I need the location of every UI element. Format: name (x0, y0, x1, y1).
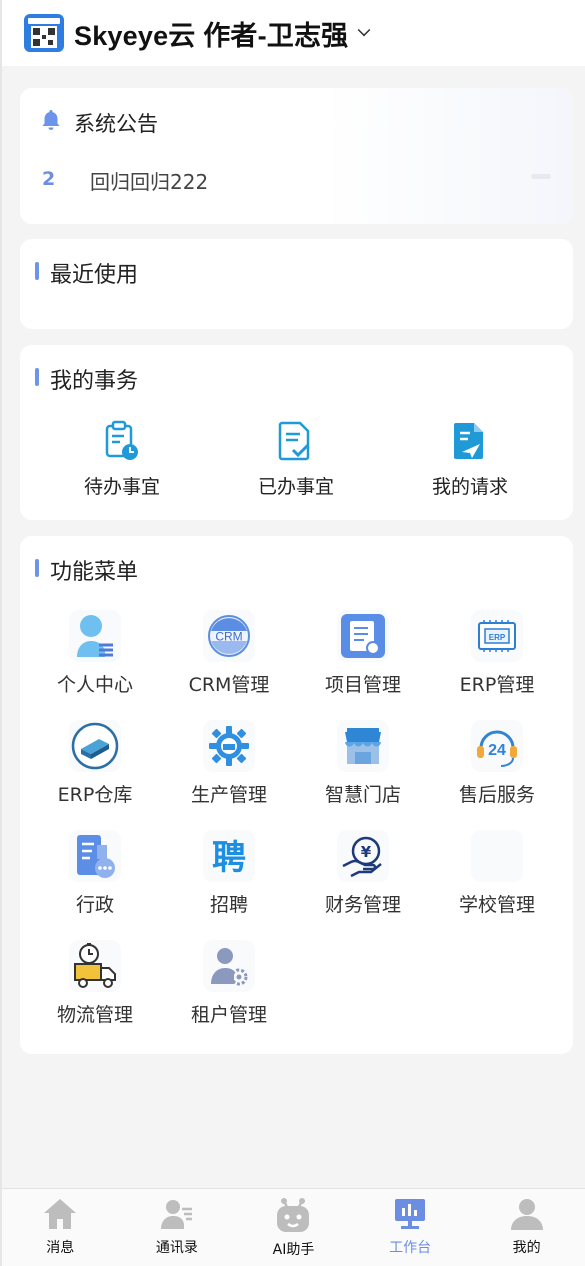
production-gear-icon (203, 720, 255, 772)
menu-item-erp-warehouse[interactable]: ERP仓库 (35, 720, 155, 807)
logistics-truck-icon (69, 940, 121, 992)
my-tasks-card: 我的事务 待办事宜 已办事宜 我的请求 (20, 345, 573, 520)
menu-item-label: ERP管理 (459, 674, 535, 696)
finance-yen-icon: ¥ (337, 830, 389, 882)
menu-item-tenant[interactable]: 租户管理 (169, 940, 289, 1027)
section-marker (35, 559, 39, 577)
tab-label: 消息 (46, 1240, 75, 1256)
tab-label: 工作台 (389, 1240, 432, 1256)
menu-item-after-sales[interactable]: 24 售后服务 (437, 720, 557, 807)
task-done[interactable]: 已办事宜 (236, 420, 356, 499)
svg-text:聘: 聘 (212, 838, 246, 878)
menu-item-label: 项目管理 (324, 674, 401, 696)
workspace-title[interactable]: Skyeye云 作者-卫志强 (74, 14, 348, 53)
menu-item-erp[interactable]: ERP ERP管理 (437, 610, 557, 697)
robot-icon (277, 1198, 310, 1232)
notice-indicator (531, 174, 551, 179)
document-send-icon (454, 423, 483, 459)
app-header: Skyeye云 作者-卫志强 (2, 0, 585, 66)
tab-workbench[interactable]: 工作台 (352, 1189, 469, 1266)
svg-text:ERP: ERP (489, 633, 506, 642)
system-notice-card[interactable]: 系统公告 2 回归回归222 (20, 88, 573, 224)
task-done-label: 已办事宜 (257, 476, 334, 498)
menu-item-recruit[interactable]: 聘 招聘 (169, 830, 289, 917)
contacts-icon (160, 1200, 192, 1229)
menu-title: 功能菜单 (50, 560, 139, 585)
bell-icon (42, 110, 60, 130)
menu-item-label: CRM管理 (188, 674, 270, 696)
store-icon (337, 720, 389, 772)
bottom-tab-bar: 消息 通讯录 AI助手 工作台 我的 (2, 1188, 585, 1266)
menu-item-label: 生产管理 (190, 784, 267, 806)
menu-item-smart-store[interactable]: 智慧门店 (303, 720, 423, 807)
menu-item-admin[interactable]: 行政 (35, 830, 155, 917)
function-menu-card: 功能菜单 个人中心 CRM CRM管理 项目管理 ERP ERP管理 ERP仓库… (20, 536, 573, 1054)
support-24-icon: 24 (471, 720, 523, 772)
project-icon (337, 610, 389, 662)
menu-item-label: 租户管理 (190, 1004, 267, 1026)
notice-index: 2 (42, 168, 56, 190)
menu-item-label: 售后服务 (458, 784, 535, 806)
school-icon (471, 830, 523, 882)
app-logo (24, 14, 64, 52)
menu-item-production[interactable]: 生产管理 (169, 720, 289, 807)
task-todo[interactable]: 待办事宜 (62, 420, 182, 499)
recruit-icon: 聘 (203, 830, 255, 882)
workbench-icon (395, 1199, 426, 1229)
menu-item-logistics[interactable]: 物流管理 (35, 940, 155, 1027)
user-icon (510, 1199, 543, 1230)
notice-title: 系统公告 (74, 112, 158, 136)
menu-item-school[interactable]: 学校管理 (437, 830, 557, 917)
tab-label: 通讯录 (155, 1240, 198, 1256)
menu-item-label: 智慧门店 (324, 784, 401, 806)
menu-item-finance[interactable]: ¥ 财务管理 (303, 830, 423, 917)
menu-item-label: 财务管理 (324, 894, 401, 916)
tab-label: AI助手 (272, 1242, 315, 1258)
tenant-icon (203, 940, 255, 992)
warehouse-icon (69, 720, 121, 772)
recent-title: 最近使用 (50, 263, 139, 288)
erp-chip-icon: ERP (471, 610, 523, 662)
tab-label: 我的 (512, 1240, 541, 1256)
tab-messages[interactable]: 消息 (2, 1189, 119, 1266)
clipboard-clock-icon (105, 420, 138, 460)
menu-item-label: ERP仓库 (57, 784, 133, 806)
svg-text:24: 24 (488, 742, 506, 759)
menu-item-crm[interactable]: CRM CRM管理 (169, 610, 289, 697)
menu-item-label: 个人中心 (56, 674, 133, 696)
crm-icon: CRM (203, 610, 255, 662)
chevron-down-icon[interactable] (358, 23, 371, 37)
menu-item-label: 招聘 (209, 894, 248, 916)
tab-mine[interactable]: 我的 (468, 1189, 585, 1266)
notice-text[interactable]: 回归回归222 (90, 166, 208, 195)
task-request[interactable]: 我的请求 (410, 420, 530, 499)
svg-text:CRM: CRM (215, 630, 242, 644)
tab-ai-assistant[interactable]: AI助手 (235, 1189, 352, 1266)
section-marker (35, 262, 39, 280)
menu-item-personal[interactable]: 个人中心 (35, 610, 155, 697)
task-request-label: 我的请求 (431, 476, 508, 498)
person-icon (69, 610, 121, 662)
task-todo-label: 待办事宜 (83, 476, 160, 498)
menu-item-project[interactable]: 项目管理 (303, 610, 423, 697)
section-marker (35, 368, 39, 386)
tab-contacts[interactable]: 通讯录 (119, 1189, 236, 1266)
menu-item-label: 学校管理 (458, 894, 535, 916)
admin-doc-icon (69, 830, 121, 882)
menu-item-label: 行政 (75, 894, 114, 916)
home-icon (44, 1199, 77, 1229)
svg-text:¥: ¥ (361, 843, 372, 861)
tasks-title: 我的事务 (50, 369, 139, 394)
document-check-icon (278, 421, 310, 461)
recent-card: 最近使用 (20, 239, 573, 329)
menu-item-label: 物流管理 (56, 1004, 133, 1026)
